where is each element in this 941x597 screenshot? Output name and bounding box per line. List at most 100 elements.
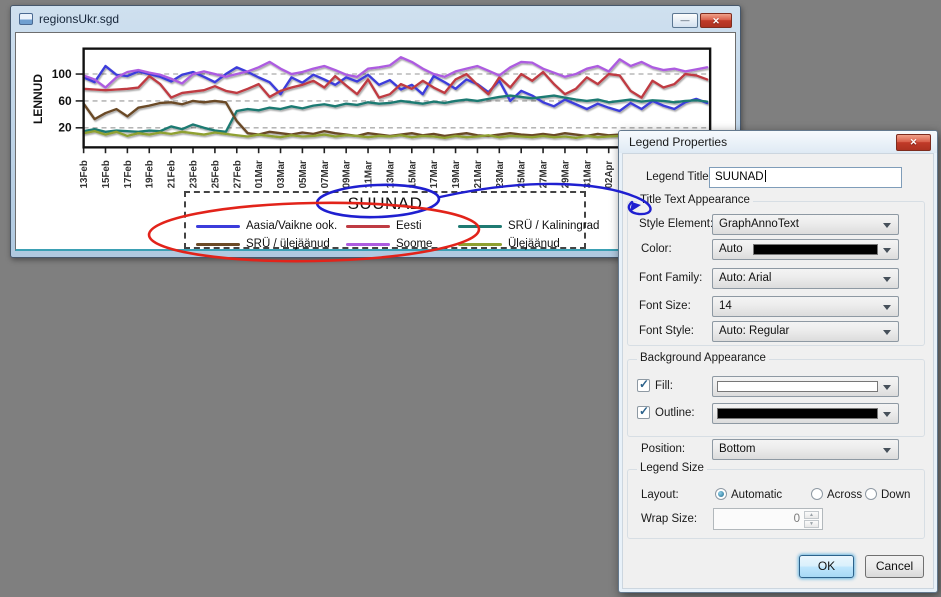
series-color-line	[458, 225, 502, 228]
svg-text:23Feb: 23Feb	[188, 160, 199, 188]
legend-entry: Ülejäänud	[458, 238, 590, 250]
svg-text:07Mar: 07Mar	[320, 160, 331, 188]
outline-color-dropdown[interactable]	[712, 403, 899, 424]
legend-entries: Aasia/Vaikne ook. Eesti SRÜ / Kaliningra…	[196, 217, 590, 253]
y-axis-label: LENNUD	[31, 74, 45, 124]
position-label: Position:	[641, 443, 685, 455]
wrap-size-spinner[interactable]: 0 ▲ ▼	[713, 508, 823, 530]
text-caret	[765, 170, 766, 182]
svg-text:27Mar: 27Mar	[538, 160, 549, 188]
svg-text:25Mar: 25Mar	[517, 160, 528, 188]
layout-option-automatic[interactable]: Automatic	[715, 488, 782, 501]
chevron-down-icon	[883, 277, 891, 282]
outline-label: Outline:	[655, 407, 695, 419]
svg-text:27Feb: 27Feb	[232, 160, 243, 188]
fill-checkbox[interactable]	[637, 379, 650, 392]
svg-text:21Feb: 21Feb	[167, 160, 178, 188]
spin-down-icon[interactable]: ▼	[804, 520, 819, 528]
series-line	[84, 101, 708, 136]
desktop: { "window": { "title": "regionsUkr.sgd",…	[0, 0, 941, 597]
ok-button[interactable]: OK	[799, 555, 854, 578]
layout-label: Layout:	[641, 489, 679, 501]
svg-text:05Mar: 05Mar	[298, 160, 309, 188]
svg-text:02Apr: 02Apr	[604, 161, 615, 189]
svg-text:19Feb: 19Feb	[145, 160, 156, 188]
svg-text:20: 20	[58, 121, 72, 135]
chevron-down-icon	[883, 248, 891, 253]
color-dropdown[interactable]: Auto	[712, 239, 899, 260]
legend-title-text[interactable]: SUUNAD	[186, 194, 584, 214]
fill-color-dropdown[interactable]	[712, 376, 899, 397]
window-close-button[interactable]: ✕	[700, 13, 732, 28]
color-label: Color:	[641, 243, 672, 255]
series-color-line	[458, 243, 502, 246]
outline-checkbox[interactable]	[637, 406, 650, 419]
legend-properties-dialog: Legend Properties ✕ Legend Title: SUUNAD…	[618, 130, 938, 593]
svg-text:11Mar: 11Mar	[363, 161, 374, 189]
svg-text:17Feb: 17Feb	[123, 160, 134, 188]
chevron-down-icon	[883, 330, 891, 335]
svg-text:19Mar: 19Mar	[451, 160, 462, 188]
svg-text:15Feb: 15Feb	[101, 160, 112, 188]
window-minimize-button[interactable]: —	[672, 13, 698, 28]
chevron-down-icon	[883, 223, 891, 228]
layout-option-across[interactable]: Across	[811, 488, 862, 501]
legend-entry: Aasia/Vaikne ook.	[196, 220, 346, 232]
font-style-label: Font Style:	[639, 325, 694, 337]
cancel-button[interactable]: Cancel	[865, 555, 924, 578]
svg-text:13Mar: 13Mar	[385, 160, 396, 188]
outline-color-swatch	[717, 408, 878, 419]
svg-text:03Mar: 03Mar	[276, 160, 287, 188]
svg-text:01Mar: 01Mar	[254, 160, 265, 188]
chevron-down-icon	[883, 448, 891, 453]
chevron-down-icon	[883, 305, 891, 310]
font-family-label: Font Family:	[639, 272, 702, 284]
legend-entry: Eesti	[346, 220, 458, 232]
series-color-line	[346, 225, 390, 228]
style-element-label: Style Element:	[639, 218, 713, 230]
series-color-line	[196, 243, 240, 246]
radio-automatic[interactable]	[715, 488, 727, 500]
wrap-size-label: Wrap Size:	[641, 513, 697, 525]
graph-window-titlebar[interactable]: regionsUkr.sgd — ✕	[11, 6, 740, 32]
legend-selection-marquee[interactable]: SUUNAD Aasia/Vaikne ook. Eesti SRÜ / Kal…	[184, 191, 586, 249]
legend-title-input[interactable]: SUUNAD	[709, 167, 902, 188]
color-swatch	[753, 244, 878, 255]
document-icon	[19, 13, 33, 25]
layout-option-down[interactable]: Down	[865, 488, 910, 501]
graph-window-title: regionsUkr.sgd	[39, 12, 119, 26]
series-color-line	[346, 243, 390, 246]
series-color-line	[196, 225, 240, 228]
position-dropdown[interactable]: Bottom	[712, 439, 899, 460]
svg-text:15Mar: 15Mar	[407, 160, 418, 188]
svg-text:09Mar: 09Mar	[342, 160, 353, 188]
svg-text:21Mar: 21Mar	[473, 160, 484, 188]
legend-entry: SRÜ / Kaliningrad	[458, 220, 590, 232]
legend-entry: SRÜ / ülejäänud	[196, 238, 346, 250]
series-line	[84, 57, 708, 87]
fill-color-swatch	[717, 381, 878, 392]
svg-text:31Mar: 31Mar	[582, 160, 593, 188]
font-size-label: Font Size:	[639, 300, 691, 312]
group-background-appearance: Background Appearance	[627, 359, 925, 437]
svg-text:17Mar: 17Mar	[429, 160, 440, 188]
svg-text:13Feb: 13Feb	[79, 160, 90, 188]
font-family-dropdown[interactable]: Auto: Arial	[712, 268, 899, 289]
legend-title-label: Legend Title:	[646, 171, 712, 183]
svg-text:60: 60	[58, 94, 72, 108]
svg-text:23Mar: 23Mar	[495, 160, 506, 188]
chevron-down-icon	[883, 412, 891, 417]
style-element-dropdown[interactable]: GraphAnnoText	[712, 214, 899, 235]
spinner-buttons[interactable]: ▲ ▼	[804, 511, 819, 527]
svg-text:100: 100	[52, 67, 72, 81]
radio-across[interactable]	[811, 488, 823, 500]
spin-up-icon[interactable]: ▲	[804, 511, 819, 519]
svg-text:29Mar: 29Mar	[560, 160, 571, 188]
radio-down[interactable]	[865, 488, 877, 500]
svg-text:25Feb: 25Feb	[210, 160, 221, 188]
font-size-dropdown[interactable]: 14	[712, 296, 899, 317]
dialog-titlebar[interactable]: Legend Properties ✕	[619, 131, 937, 153]
font-style-dropdown[interactable]: Auto: Regular	[712, 321, 899, 342]
legend-entry: Soome	[346, 238, 458, 250]
dialog-close-button[interactable]: ✕	[896, 134, 931, 151]
